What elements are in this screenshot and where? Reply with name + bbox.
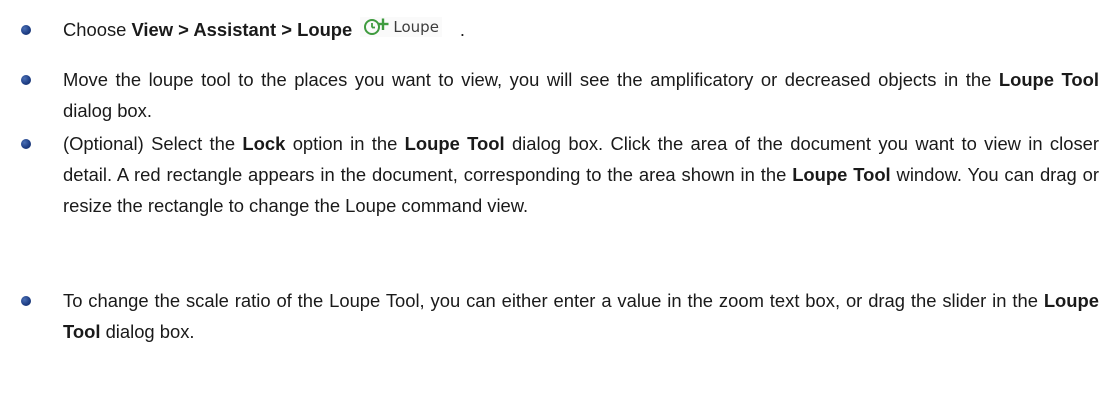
- loupe-button-label: Loupe: [393, 18, 439, 36]
- loupe-icon: [364, 18, 389, 35]
- bullet-icon: [21, 75, 31, 85]
- step3-text-b: option in the: [285, 133, 405, 154]
- loupe-button[interactable]: Loupe: [360, 17, 442, 37]
- bullet-icon: [21, 25, 31, 35]
- bullet-icon: [21, 139, 31, 149]
- step3-text-a: (Optional) Select the: [63, 133, 243, 154]
- bullet-icon: [21, 296, 31, 306]
- step2-bold-loupe-tool: Loupe Tool: [998, 69, 1099, 90]
- step4-text-a: To change the scale ratio of the Loupe T…: [63, 290, 1044, 311]
- step1-prefix: Choose: [63, 19, 132, 40]
- step3-bold-loupe-tool-window: Loupe Tool: [792, 164, 891, 185]
- instruction-list: Choose View > Assistant > Loupe Loupe . …: [0, 0, 1117, 394]
- step4-text-b: dialog box.: [100, 321, 195, 342]
- list-item-text: (Optional) Select the Lock option in the…: [63, 128, 1099, 221]
- list-item-text: Choose View > Assistant > Loupe Loupe .: [63, 14, 1099, 45]
- step3-bold-loupe-tool: Loupe Tool: [404, 133, 505, 154]
- list-item-text: To change the scale ratio of the Loupe T…: [63, 285, 1099, 347]
- step1-suffix: .: [459, 19, 466, 40]
- step3-bold-lock: Lock: [242, 133, 286, 154]
- step2-text-a: Move the loupe tool to the places you wa…: [63, 69, 999, 90]
- step2-text-b: dialog box.: [63, 100, 152, 121]
- list-item-text: Move the loupe tool to the places you wa…: [63, 64, 1099, 126]
- step1-menu-path: View > Assistant > Loupe: [131, 19, 353, 40]
